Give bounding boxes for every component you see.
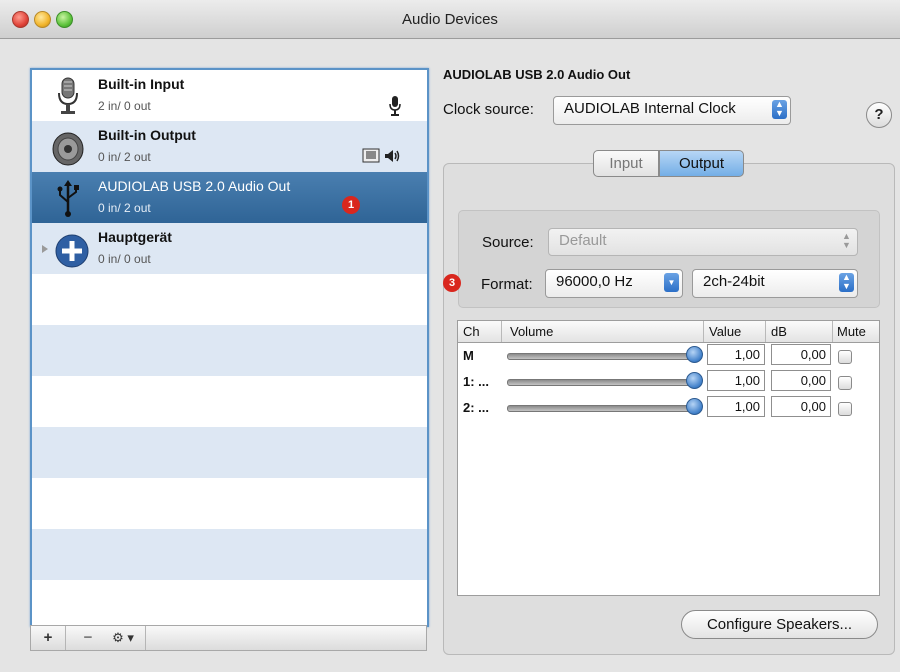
empty-row [32,427,427,478]
clock-source-label: Clock source: [443,101,534,118]
window-title: Audio Devices [402,11,498,28]
device-io: 2 in/ 0 out [98,99,151,113]
value-field[interactable]: 1,00 [707,396,765,417]
volume-icon [385,150,400,162]
device-name: AUDIOLAB USB 2.0 Audio Out [98,178,291,194]
column-header-ch[interactable]: Ch [463,324,480,339]
empty-row [32,325,427,376]
audio-devices-window: Audio Devices Built-in Input 2 in/ 0 out [0,0,900,672]
device-io: 0 in/ 0 out [98,252,151,266]
device-io: 0 in/ 2 out [98,150,151,164]
help-button[interactable]: ? [866,102,892,128]
column-header-db[interactable]: dB [771,324,787,339]
usb-icon [57,180,79,217]
speaker-settings-icon [362,148,380,163]
sample-rate-value: 96000,0 Hz [556,273,633,290]
volume-table: Ch Volume Value dB Mute M 1,00 0,00 1: .… [457,320,880,596]
popup-arrows-icon: ▲ ▼ [842,231,851,250]
sample-rate-popup[interactable]: 96000,0 Hz ▼ [545,269,683,298]
table-row: 2: ... 1,00 0,00 [458,395,879,421]
channel-label: 2: ... [463,400,490,415]
db-field[interactable]: 0,00 [771,396,831,417]
volume-slider-knob[interactable] [685,346,703,363]
gear-menu-button[interactable]: ⚙ ▾ [101,626,146,650]
selected-device-title: AUDIOLAB USB 2.0 Audio Out [443,67,631,82]
source-value: Default [559,232,607,249]
mute-checkbox[interactable] [838,376,852,390]
configure-speakers-button[interactable]: Configure Speakers... [681,610,878,639]
device-list[interactable]: Built-in Input 2 in/ 0 out Built-in Outp… [30,68,429,627]
empty-row [32,580,427,625]
channel-label: M [463,348,474,363]
volume-slider-knob[interactable] [685,398,703,415]
dropdown-arrow-icon: ▼ [664,273,679,292]
bit-depth-popup[interactable]: 2ch-24bit ▲ ▼ [692,269,858,298]
clock-source-value: AUDIOLAB Internal Clock [564,100,736,117]
add-device-button[interactable]: + [31,626,66,650]
empty-row [32,376,427,427]
value-field[interactable]: 1,00 [707,370,765,391]
speaker-icon [52,132,84,166]
volume-slider[interactable] [507,353,695,360]
value-field[interactable]: 1,00 [707,344,765,365]
db-field[interactable]: 0,00 [771,370,831,391]
popup-arrows-icon: ▲ ▼ [772,100,787,119]
tab-input[interactable]: Input [593,150,659,177]
volume-slider[interactable] [507,379,695,386]
column-header-value[interactable]: Value [709,324,741,339]
volume-table-header: Ch Volume Value dB Mute [458,321,879,343]
source-label: Source: [482,234,534,251]
device-row-built-in-input[interactable]: Built-in Input 2 in/ 0 out [32,70,427,121]
remove-device-button[interactable]: − [77,626,99,650]
empty-row [32,529,427,580]
title-bar: Audio Devices [0,0,900,39]
clock-source-popup[interactable]: AUDIOLAB Internal Clock ▲ ▼ [553,96,791,125]
input-microphone-icon [389,96,401,116]
device-row-built-in-output[interactable]: Built-in Output 0 in/ 2 out [32,121,427,172]
popup-arrows-icon: ▲ ▼ [839,273,854,292]
column-header-mute[interactable]: Mute [837,324,866,339]
device-list-toolbar: + − ⚙ ▾ [30,625,427,651]
device-row-hauptgeraet[interactable]: Hauptgerät 0 in/ 0 out [32,223,427,274]
device-row-audiolab-usb[interactable]: AUDIOLAB USB 2.0 Audio Out 0 in/ 2 out 1 [32,172,427,223]
annotation-badge: 1 [342,196,360,214]
mute-checkbox[interactable] [838,402,852,416]
empty-row [32,478,427,529]
device-name: Built-in Output [98,127,196,143]
bit-depth-value: 2ch-24bit [703,273,765,290]
device-io: 0 in/ 2 out [98,201,151,215]
volume-slider-knob[interactable] [685,372,703,389]
format-label: Format: [481,276,533,293]
tab-output[interactable]: Output [659,150,744,177]
disclosure-triangle-icon[interactable] [42,245,48,253]
mute-checkbox[interactable] [838,350,852,364]
device-name: Built-in Input [98,76,185,92]
column-header-volume[interactable]: Volume [510,324,553,339]
table-row: M 1,00 0,00 [458,343,879,369]
annotation-badge: 3 [443,274,461,292]
channel-label: 1: ... [463,374,490,389]
aggregate-plus-icon [55,234,89,268]
db-field[interactable]: 0,00 [771,344,831,365]
source-popup[interactable]: Default ▲ ▼ [548,228,858,256]
microphone-icon [58,77,78,114]
volume-slider[interactable] [507,405,695,412]
device-name: Hauptgerät [98,229,172,245]
empty-row [32,274,427,325]
table-row: 1: ... 1,00 0,00 [458,369,879,395]
